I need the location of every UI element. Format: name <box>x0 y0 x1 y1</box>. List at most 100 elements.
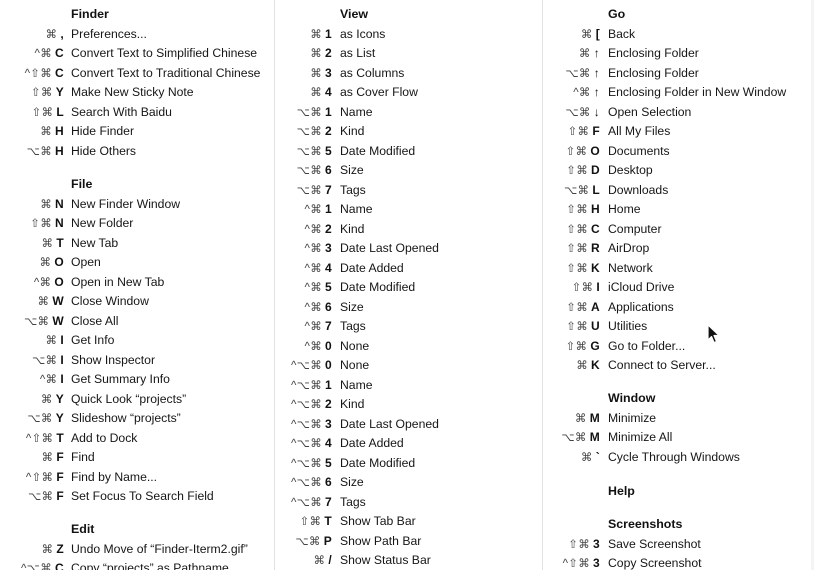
shortcut-key: I <box>596 280 600 294</box>
shortcut-key: 6 <box>325 163 332 177</box>
key-combo: ⌘ N <box>0 195 64 216</box>
shortcut-key: D <box>591 163 600 177</box>
shortcut-row: ^⌘ I Get Summary Info <box>0 370 274 390</box>
shortcut-label: Convert Text to Simplified Chinese <box>71 46 258 60</box>
key-combo: ⌥⌘ P <box>275 532 332 553</box>
shortcut-key: C <box>55 65 64 80</box>
shortcut-label: Add to Dock <box>71 430 138 445</box>
modifier-keys: ^⌘ <box>304 340 323 353</box>
shortcut-label: Convert Text to Traditional Chinese <box>71 65 261 80</box>
modifier-keys: ⇧⌘ <box>567 126 590 138</box>
modifier-keys: ⌥⌘ <box>565 106 591 119</box>
modifier-keys: ⌘ <box>576 360 589 372</box>
shortcut-row: ⌥⌘ 1 Name <box>275 103 542 123</box>
shortcut-key: I <box>60 372 64 386</box>
key-combo: ⌘ W <box>0 292 64 313</box>
modifier-keys: ^⌘ <box>304 321 323 333</box>
key-combo: ^⌥⌘ 4 <box>275 434 332 455</box>
modifier-keys: ⌥⌘ <box>565 67 591 80</box>
modifier-keys: ⌥⌘ <box>296 184 323 197</box>
shortcuts-column-middle: View ⌘ 1 as Icons ⌘ 2 as List ⌘ 3 as Columns ⌘ 4 as … <box>275 0 542 570</box>
shortcut-key: 2 <box>325 46 332 60</box>
modifier-keys: ⌥⌘ <box>296 165 323 177</box>
shortcut-key: L <box>592 182 600 197</box>
shortcut-row: ⌘ F Find <box>0 448 274 468</box>
shortcut-key: 0 <box>325 338 332 353</box>
shortcut-row: ⇧⌘ R AirDrop <box>543 239 811 259</box>
shortcut-label: Downloads <box>608 182 669 197</box>
shortcut-row: ⇧⌘ A Applications <box>543 298 811 318</box>
shortcut-row: ⌘ O Open <box>0 253 274 273</box>
shortcut-key: G <box>590 338 600 353</box>
shortcut-row: ⌘ Y Quick Look “projects” <box>0 390 274 410</box>
modifier-keys: ⌘ <box>578 48 591 60</box>
key-combo: ^⌥⌘ 7 <box>275 493 332 514</box>
shortcut-row: ⇧⌘ Y Make New Sticky Note <box>0 83 274 103</box>
shortcut-row: ⌘, Preferences... <box>0 25 274 45</box>
shortcut-label: Size <box>340 163 364 177</box>
key-combo: ⌥⌘ I <box>0 351 64 372</box>
key-combo: ⌥⌘ ↓ <box>543 103 600 124</box>
shortcut-row: ⌥⌘ H Hide Others <box>0 142 274 162</box>
modifier-keys: ^⌘ <box>34 48 53 60</box>
key-combo: ⌘ F <box>0 448 64 469</box>
shortcut-row: ⌥⌘ 6 Size <box>275 161 542 181</box>
key-combo: ^⌘ 0 <box>275 337 332 358</box>
shortcut-label: New Folder <box>71 216 134 230</box>
shortcut-row: ^⌘ 2 Kind <box>275 220 542 240</box>
shortcut-row: ^⇧⌘ C Convert Text to Traditional Chinese <box>0 64 274 84</box>
key-combo: ^⇧⌘ 3 <box>543 554 600 570</box>
shortcut-key: P <box>323 533 332 548</box>
key-combo: ^⌥⌘ 6 <box>275 473 332 494</box>
section-heading-finder: Finder <box>71 7 109 21</box>
shortcut-label: Name <box>340 377 373 392</box>
shortcut-label: Enclosing Folder <box>608 65 699 80</box>
shortcut-row: ⌘ I Get Info <box>0 331 274 351</box>
key-combo: ⌥⌘ H <box>0 142 64 163</box>
key-combo: ^⌘ 4 <box>275 259 332 280</box>
modifier-keys: ⇧⌘ <box>571 282 594 294</box>
shortcut-key: F <box>56 450 64 464</box>
key-combo: ⌘[ <box>543 25 600 46</box>
shortcut-key: Y <box>55 391 64 406</box>
shortcut-row: ⌘ H Hide Finder <box>0 122 274 142</box>
shortcut-key: O <box>54 274 64 289</box>
shortcut-row: ⌥⌘ I Show Inspector <box>0 351 274 371</box>
modifier-keys: ^⌥⌘ <box>290 360 323 372</box>
shortcut-key: T <box>324 514 332 528</box>
shortcut-key: I <box>60 352 64 367</box>
key-combo: ^⌘ 6 <box>275 298 332 319</box>
shortcut-key: 6 <box>325 475 332 489</box>
key-combo: ^⌥⌘ 1 <box>275 376 332 397</box>
modifier-keys: ⇧⌘ <box>565 340 588 353</box>
shortcut-row: ^⌘ ↑ Enclosing Folder in New Window <box>543 83 811 103</box>
shortcut-row: ^⌥⌘ 5 Date Modified <box>275 454 542 474</box>
modifier-keys: ^⌘ <box>304 301 323 314</box>
modifier-keys: ⌘ <box>41 237 54 250</box>
shortcut-label: Enclosing Folder in New Window <box>608 85 787 99</box>
shortcut-row: ⌥⌘ Y Slideshow “projects” <box>0 409 274 429</box>
shortcut-label: Open in New Tab <box>71 274 165 289</box>
shortcut-label: Tags <box>340 319 366 333</box>
shortcut-key: T <box>56 430 64 445</box>
shortcut-row: ^⇧⌘ T Add to Dock <box>0 429 274 449</box>
shortcut-key: N <box>55 216 64 230</box>
shortcut-label: Connect to Server... <box>608 358 716 372</box>
key-combo: ⌘ Y <box>0 390 64 411</box>
modifier-keys: ^⌘ <box>304 223 323 236</box>
shortcut-key: M <box>589 410 600 425</box>
key-combo: ^⌥⌘ 5 <box>275 454 332 475</box>
shortcut-key: H <box>55 143 64 158</box>
modifier-keys: ^⌘ <box>304 243 323 255</box>
key-combo: ⇧⌘ L <box>0 103 64 124</box>
shortcut-label: Set Focus To Search Field <box>71 489 214 503</box>
shortcut-key: 6 <box>325 299 332 314</box>
modifier-keys: ⌥⌘ <box>296 106 323 119</box>
modifier-keys: ⇧⌘ <box>31 106 54 119</box>
shortcut-label: Search With Baidu <box>71 104 172 119</box>
modifier-keys: ⌘ <box>40 198 53 211</box>
modifier-keys: ^⌥⌘ <box>290 438 323 450</box>
shortcut-label: as Icons <box>340 26 386 41</box>
key-combo: ⌥⌘ 2 <box>275 122 332 143</box>
shortcut-key: K <box>591 260 600 275</box>
